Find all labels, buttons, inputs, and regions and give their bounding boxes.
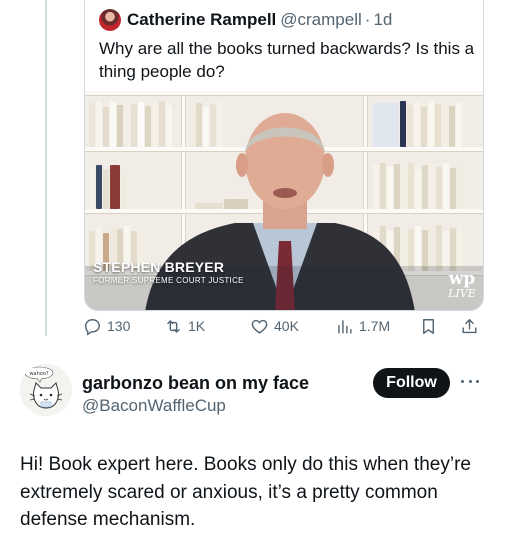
reply-icon bbox=[85, 318, 100, 335]
bookmark-icon bbox=[423, 318, 434, 334]
author-avatar[interactable] bbox=[99, 9, 121, 31]
more-icon bbox=[476, 379, 479, 383]
views-button[interactable]: 1.7M bbox=[335, 314, 390, 338]
more-icon bbox=[468, 379, 472, 383]
reply-author-name[interactable]: garbonzo bean on my face bbox=[82, 373, 309, 394]
follow-button[interactable]: Follow bbox=[373, 368, 450, 398]
views-count: 1.7M bbox=[359, 318, 391, 334]
quoted-tweet-header: Catherine Rampell @crampell · 1d bbox=[99, 9, 392, 31]
quoted-tweet-text: Why are all the books turned backwards? … bbox=[99, 39, 475, 81]
reply-button[interactable]: 130 bbox=[83, 314, 130, 338]
more-icon bbox=[461, 379, 464, 383]
lower-third-title: FORMER SUPREME COURT JUSTICE bbox=[93, 276, 244, 285]
more-options-button[interactable] bbox=[459, 372, 481, 390]
wp-logo-live: LIVE bbox=[448, 287, 476, 300]
washington-post-live-logo: wp LIVE bbox=[445, 271, 479, 300]
tweet-timestamp[interactable]: 1d bbox=[373, 10, 392, 30]
repost-icon bbox=[167, 319, 180, 333]
share-button[interactable] bbox=[460, 314, 479, 338]
quoted-tweet-card[interactable]: Catherine Rampell @crampell · 1d Why are… bbox=[84, 0, 484, 311]
reply-author-handle[interactable]: @BaconWaffleCup bbox=[82, 396, 226, 416]
repost-count: 1K bbox=[188, 318, 206, 334]
author-handle[interactable]: @crampell bbox=[280, 10, 362, 30]
like-count: 40K bbox=[274, 318, 299, 334]
tweet-action-bar: 130 1K 40K 1.7M bbox=[0, 314, 505, 338]
cartoon-cat-avatar: wahoo? bbox=[20, 364, 72, 416]
video-lower-third: STEPHEN BREYER FORMER SUPREME COURT JUST… bbox=[85, 259, 245, 287]
separator-dot: · bbox=[364, 10, 371, 29]
lower-third-name: STEPHEN BREYER bbox=[93, 259, 225, 275]
thread-line bbox=[45, 0, 47, 336]
share-icon bbox=[462, 318, 477, 333]
bookmark-button[interactable] bbox=[419, 314, 438, 338]
reply-author-avatar[interactable]: wahoo? bbox=[20, 364, 72, 416]
video-thumbnail[interactable]: STEPHEN BREYER FORMER SUPREME COURT JUST… bbox=[85, 91, 483, 310]
reply-count: 130 bbox=[107, 318, 131, 334]
like-icon bbox=[251, 319, 268, 334]
views-icon bbox=[338, 319, 352, 334]
wp-logo-mark: wp bbox=[448, 269, 476, 289]
author-name[interactable]: Catherine Rampell bbox=[127, 10, 276, 30]
reply-tweet-text: Hi! Book expert here. Books only do this… bbox=[20, 454, 471, 530]
repost-button[interactable]: 1K bbox=[164, 314, 205, 338]
like-button[interactable]: 40K bbox=[250, 314, 299, 338]
avatar-speech-text: wahoo? bbox=[29, 371, 48, 377]
